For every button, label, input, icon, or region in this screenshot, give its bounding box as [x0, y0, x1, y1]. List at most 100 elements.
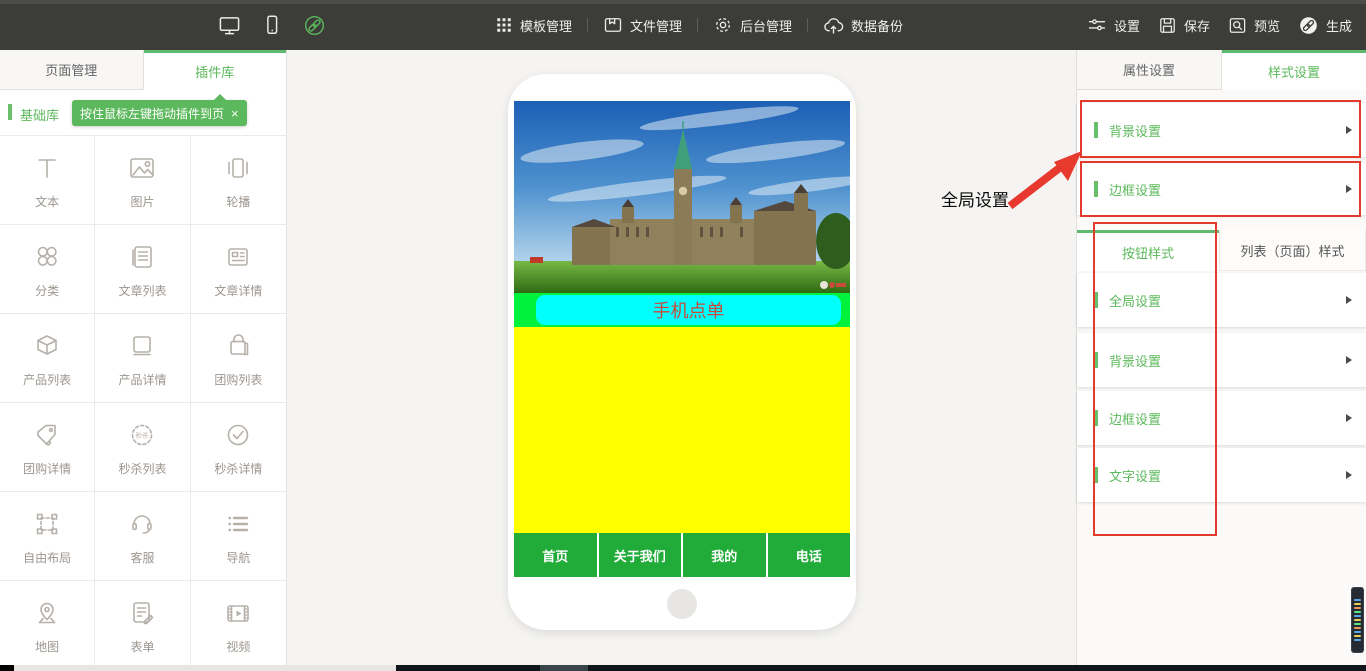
device-switcher: [218, 0, 326, 50]
nav-item-home[interactable]: 首页: [514, 533, 597, 577]
accordion-global-settings[interactable]: 全局设置: [1077, 273, 1366, 327]
subtab-button-style[interactable]: 按钮样式: [1077, 230, 1219, 271]
nav-item-about[interactable]: 关于我们: [597, 533, 682, 577]
nav-item-mine[interactable]: 我的: [681, 533, 766, 577]
chevron-right-icon: [1346, 356, 1352, 364]
divider: [807, 18, 808, 32]
plugin-text[interactable]: 文本: [0, 136, 95, 225]
divider: [587, 18, 588, 32]
service-icon: [125, 507, 159, 541]
plugin-service[interactable]: 客服: [95, 492, 190, 581]
close-icon[interactable]: ×: [231, 107, 239, 120]
scrollbar-thumb[interactable]: [14, 665, 396, 671]
plugin-form[interactable]: 表单: [95, 581, 190, 665]
green-marker: [8, 104, 12, 120]
divider: [697, 18, 698, 32]
minimap-mark: [1354, 611, 1361, 613]
section-label: 基础库: [20, 105, 59, 124]
plugin-groupbuy-detail[interactable]: 团购详情: [0, 403, 95, 492]
app-builder-window: 模板管理 文件管理 后台管理 数据备份 设置: [0, 0, 1366, 671]
grid-icon: [495, 16, 513, 34]
green-marker: [1094, 410, 1098, 426]
plugin-video[interactable]: 视频: [191, 581, 286, 665]
preview-button[interactable]: 预览: [1228, 16, 1280, 35]
minimap-widget[interactable]: [1351, 587, 1364, 653]
seckill-detail-icon: [221, 418, 255, 452]
hero-image-widget[interactable]: [514, 101, 850, 293]
subtab-list-page-style[interactable]: 列表（页面）样式: [1219, 230, 1366, 271]
drag-hint-tooltip: 按住鼠标左键拖动插件到页 ×: [72, 100, 247, 126]
plugin-carousel[interactable]: 轮播: [191, 136, 286, 225]
plugin-free-layout[interactable]: 自由布局: [0, 492, 95, 581]
menu-label: 模板管理: [520, 16, 572, 35]
groupbuy-list-icon: [221, 329, 255, 363]
menu-template-management[interactable]: 模板管理: [495, 16, 572, 35]
accordion-button-background-settings[interactable]: 背景设置: [1077, 333, 1366, 387]
article-list-icon: [125, 240, 159, 274]
menu-backend-management[interactable]: 后台管理: [713, 15, 792, 35]
plugin-product-list[interactable]: 产品列表: [0, 314, 95, 403]
seckill-icon-text: 秒杀: [136, 430, 150, 439]
file-icon: [603, 15, 623, 35]
green-marker: [1094, 122, 1098, 138]
settings-button[interactable]: 设置: [1087, 15, 1140, 35]
form-icon: [125, 596, 159, 630]
horizontal-scrollbar[interactable]: [0, 665, 1366, 671]
action-buttons: 设置 保存 预览 生成: [1087, 0, 1352, 50]
mobile-icon[interactable]: [261, 14, 283, 36]
settings-sidebar: 属性设置 样式设置 背景设置 边框设置 按钮样式 列表（页面）样式 全局设置 背…: [1076, 50, 1366, 665]
banner-widget: 手机点单: [514, 293, 850, 327]
accordion-button-border-settings[interactable]: 边框设置: [1077, 391, 1366, 445]
action-label: 生成: [1326, 16, 1352, 35]
green-marker: [1094, 181, 1098, 197]
save-button[interactable]: 保存: [1158, 16, 1210, 35]
plugin-map[interactable]: 地图: [0, 581, 95, 665]
plugin-seckill-list[interactable]: 秒杀 秒杀列表: [95, 403, 190, 492]
plugin-groupbuy-list[interactable]: 团购列表: [191, 314, 286, 403]
nav-item-phone[interactable]: 电话: [766, 533, 851, 577]
plugin-article-detail[interactable]: 文章详情: [191, 225, 286, 314]
tooltip-text: 按住鼠标左键拖动插件到页: [80, 105, 224, 122]
green-marker: [1094, 467, 1098, 483]
menu-data-backup[interactable]: 数据备份: [823, 15, 903, 36]
minimap-mark: [1354, 599, 1361, 601]
generate-button[interactable]: 生成: [1298, 15, 1352, 36]
order-button[interactable]: 手机点单: [536, 295, 841, 325]
plugin-category[interactable]: 分类: [0, 225, 95, 314]
plugin-nav[interactable]: 导航: [191, 492, 286, 581]
minimap-mark: [1354, 635, 1361, 637]
tab-style-settings[interactable]: 样式设置: [1222, 50, 1366, 90]
groupbuy-detail-icon: [30, 418, 64, 452]
right-tabs: 属性设置 样式设置: [1077, 50, 1366, 90]
link-icon[interactable]: [303, 14, 326, 37]
menu-label: 数据备份: [851, 16, 903, 35]
phone-bottom-nav: 首页 关于我们 我的 电话: [514, 533, 850, 577]
plugin-image[interactable]: 图片: [95, 136, 190, 225]
menu-file-management[interactable]: 文件管理: [603, 15, 682, 35]
action-label: 保存: [1184, 16, 1210, 35]
minimap-mark: [1354, 631, 1361, 633]
chevron-right-icon: [1346, 126, 1352, 134]
accordion-border-settings[interactable]: 边框设置: [1077, 163, 1366, 215]
green-marker: [1094, 352, 1098, 368]
tab-page-management[interactable]: 页面管理: [0, 50, 144, 90]
desktop-icon[interactable]: [218, 14, 241, 37]
map-pin-icon: [30, 596, 64, 630]
plugin-article-list[interactable]: 文章列表: [95, 225, 190, 314]
annotation-text: 全局设置: [941, 186, 1009, 211]
seckill-list-icon: 秒杀: [125, 418, 159, 452]
phone-screen: 手机点单 首页 关于我们 我的 电话: [514, 101, 850, 577]
yellow-content-block[interactable]: [514, 327, 850, 533]
design-canvas: 手机点单 首页 关于我们 我的 电话: [288, 50, 1076, 665]
plugin-seckill-detail[interactable]: 秒杀详情: [191, 403, 286, 492]
action-label: 预览: [1254, 16, 1280, 35]
tab-property-settings[interactable]: 属性设置: [1077, 50, 1222, 90]
main-menu: 模板管理 文件管理 后台管理 数据备份: [495, 0, 903, 50]
product-detail-icon: [125, 329, 159, 363]
accordion-background-settings[interactable]: 背景设置: [1077, 103, 1366, 157]
accordion-text-settings[interactable]: 文字设置: [1077, 448, 1366, 502]
plugin-sidebar: 页面管理 插件库 基础库 按住鼠标左键拖动插件到页 × 文本 图片 轮播: [0, 50, 287, 665]
top-bar: 模板管理 文件管理 后台管理 数据备份 设置: [0, 0, 1366, 50]
tab-plugin-library[interactable]: 插件库: [144, 50, 287, 90]
plugin-product-detail[interactable]: 产品详情: [95, 314, 190, 403]
